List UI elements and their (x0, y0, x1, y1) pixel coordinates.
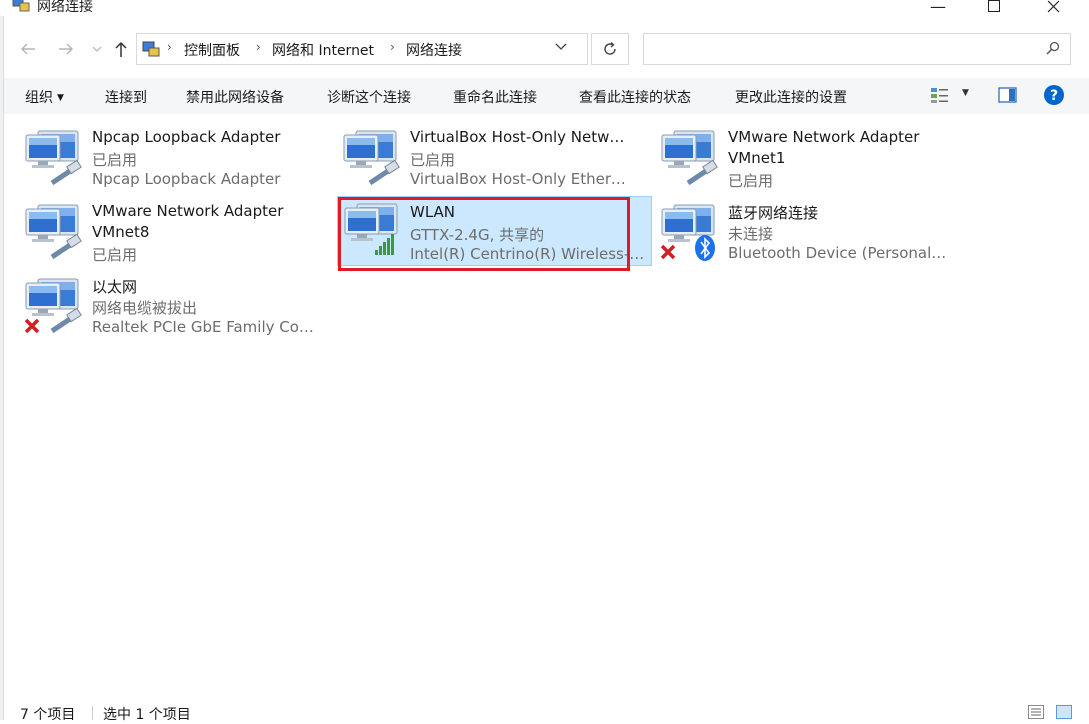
connection-item[interactable]: 蓝牙网络连接 未连接 Bluetooth Device (Personal Ar..… (640, 196, 955, 266)
change-settings-button[interactable]: 更改此连接的设置 (735, 87, 847, 107)
network-adapter-icon (661, 130, 718, 186)
rename-button[interactable]: 重命名此连接 (453, 87, 537, 107)
disable-device-button[interactable]: 禁用此网络设备 (186, 87, 284, 107)
help-icon[interactable]: ? (1043, 84, 1065, 106)
connection-status: 已启用 (728, 172, 774, 190)
command-bar: 组织 ▼ 连接到 禁用此网络设备 诊断这个连接 重命名此连接 查看此连接的状态 更… (4, 78, 1089, 114)
details-view-icon[interactable] (1028, 705, 1044, 719)
connection-status: 未连接 (728, 225, 774, 243)
annotation-highlight-box (338, 197, 630, 271)
large-icons-view-icon[interactable] (1056, 705, 1072, 719)
address-dropdown-button[interactable] (555, 40, 567, 55)
connection-name-line2: VMnet8 (92, 223, 150, 241)
connection-item[interactable]: Npcap Loopback Adapter 已启用 Npcap Loopback … (4, 122, 319, 192)
ethernet-cable-icon (50, 159, 82, 186)
connection-item[interactable]: VirtualBox Host-Only Network 已启用 VirtualBo… (322, 122, 637, 192)
view-status-button[interactable]: 查看此连接的状态 (579, 87, 691, 107)
breadcrumb-separator: › (256, 40, 261, 54)
up-button[interactable] (110, 38, 132, 60)
connection-device: VirtualBox Host-Only Ethernet ... (410, 170, 632, 188)
window-title: 网络连接 (37, 0, 93, 15)
connection-item[interactable]: VMware Network Adapter VMnet1 已启用 (640, 122, 955, 192)
network-adapter-icon (25, 204, 82, 260)
diagnose-button[interactable]: 诊断这个连接 (327, 87, 411, 107)
minimize-button[interactable]: — (915, 0, 961, 17)
connection-name: VMware Network Adapter (92, 202, 284, 220)
network-adapter-icon (24, 278, 82, 334)
ethernet-cable-icon (368, 159, 400, 186)
connection-device: Bluetooth Device (Personal Ar... (728, 244, 950, 262)
connection-name: VirtualBox Host-Only Network (410, 128, 632, 146)
control-panel-icon (142, 41, 160, 57)
refresh-icon (604, 41, 616, 55)
status-item-count: 7 个项目 (20, 707, 76, 723)
refresh-button[interactable] (591, 33, 629, 65)
bluetooth-icon (660, 235, 715, 261)
connection-status: 网络电缆被拔出 (92, 299, 198, 317)
connection-item[interactable]: VMware Network Adapter VMnet8 已启用 (4, 196, 319, 266)
connection-device: Realtek PCIe GbE Family Contr... (92, 318, 314, 336)
connection-item[interactable]: 以太网网络电缆被拔出 Realtek PCIe GbE Family Contr.… (4, 270, 319, 340)
connection-status: 已启用 (92, 151, 138, 169)
recent-locations-button[interactable] (86, 38, 108, 60)
preview-pane-icon[interactable] (998, 86, 1018, 104)
breadcrumb-separator: › (390, 40, 395, 54)
arrow-up-icon (115, 41, 127, 57)
forward-button[interactable] (55, 38, 77, 60)
breadcrumb-separator: › (167, 40, 172, 54)
disconnected-x-icon (24, 307, 82, 334)
back-button[interactable] (17, 38, 39, 60)
ethernet-cable-icon (686, 159, 718, 186)
breadcrumb-control-panel[interactable]: 控制面板 (184, 40, 240, 60)
search-box[interactable] (643, 33, 1071, 65)
organize-menu[interactable]: 组织 ▼ (25, 87, 64, 107)
close-button[interactable] (1030, 0, 1076, 17)
maximize-icon (988, 0, 1000, 12)
connection-status: 已启用 (410, 151, 456, 169)
chevron-down-icon (92, 46, 102, 52)
arrow-left-icon (21, 43, 35, 55)
status-separator (92, 706, 93, 720)
network-adapter-icon (25, 130, 82, 186)
breadcrumb-network-connections[interactable]: 网络连接 (406, 40, 462, 60)
connection-name: Npcap Loopback Adapter (92, 128, 281, 146)
arrow-right-icon (59, 43, 73, 55)
address-bar[interactable]: › 控制面板 › 网络和 Internet › 网络连接 (136, 33, 588, 65)
connection-name: 以太网 (92, 278, 138, 296)
connect-to-button[interactable]: 连接到 (105, 87, 147, 107)
close-icon (1047, 0, 1059, 12)
ethernet-cable-icon (50, 233, 82, 260)
svg-text:?: ? (1050, 88, 1058, 104)
change-view-icon[interactable] (930, 86, 950, 104)
network-folder-icon (12, 0, 30, 12)
connection-name: VMware Network Adapter (728, 128, 920, 146)
title-bar: 网络连接 — (0, 0, 1089, 16)
search-icon (1046, 41, 1060, 55)
chevron-down-icon (555, 43, 567, 50)
maximize-button[interactable] (971, 0, 1017, 17)
connection-device: Npcap Loopback Adapter (92, 170, 281, 188)
status-selected-count: 选中 1 个项目 (103, 707, 191, 723)
connection-name: 蓝牙网络连接 (728, 204, 819, 222)
connection-name-line2: VMnet1 (728, 149, 786, 167)
caret-down-icon: ▼ (57, 93, 64, 103)
connection-status: 已启用 (92, 246, 138, 264)
organize-label: 组织 (25, 90, 53, 106)
network-adapter-icon (660, 204, 715, 261)
network-adapter-icon (343, 130, 400, 186)
view-options-dropdown[interactable]: ▼ (962, 88, 969, 98)
breadcrumb-network-internet[interactable]: 网络和 Internet (272, 40, 374, 60)
